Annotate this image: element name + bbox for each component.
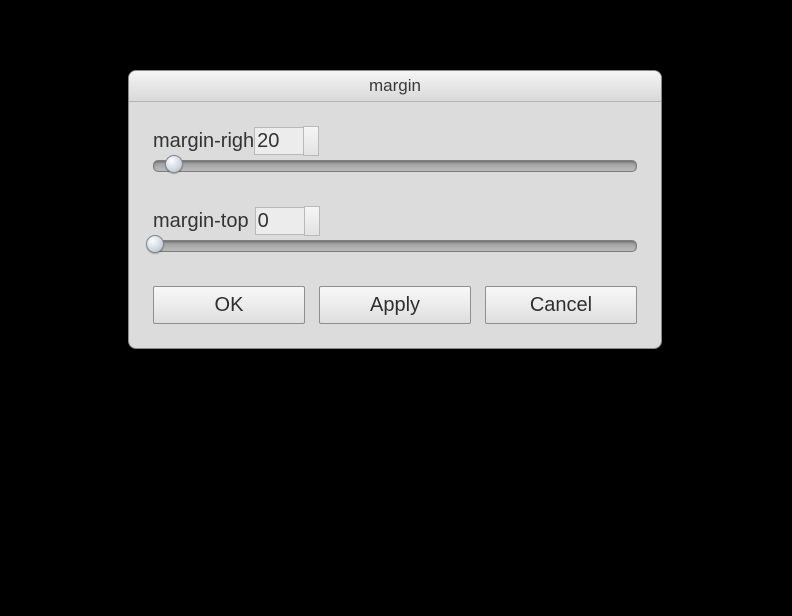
- margin-right-slider[interactable]: [153, 160, 637, 172]
- margin-top-slider-thumb[interactable]: [146, 235, 164, 253]
- margin-right-stepper[interactable]: [254, 126, 319, 156]
- margin-dialog: margin margin-righ margin-top: [128, 70, 662, 349]
- margin-top-slider[interactable]: [153, 240, 637, 252]
- ok-button[interactable]: OK: [153, 286, 305, 324]
- margin-right-slider-thumb[interactable]: [165, 155, 183, 173]
- margin-right-input[interactable]: [254, 127, 304, 155]
- margin-right-group: margin-righ: [153, 126, 637, 172]
- margin-top-input[interactable]: [255, 207, 305, 235]
- margin-right-label-row: margin-righ: [153, 126, 637, 156]
- cancel-button[interactable]: Cancel: [485, 286, 637, 324]
- margin-top-label-row: margin-top: [153, 206, 637, 236]
- margin-top-group: margin-top: [153, 206, 637, 252]
- margin-top-label: margin-top: [153, 210, 249, 233]
- dialog-content: margin-righ margin-top: [129, 102, 661, 348]
- dialog-button-row: OK Apply Cancel: [153, 286, 637, 324]
- margin-top-stepper[interactable]: [255, 206, 320, 236]
- dialog-title: margin: [129, 71, 661, 102]
- apply-button[interactable]: Apply: [319, 286, 471, 324]
- margin-right-label: margin-righ: [153, 130, 254, 153]
- margin-right-spin-buttons[interactable]: [303, 126, 319, 156]
- margin-top-spin-buttons[interactable]: [304, 206, 320, 236]
